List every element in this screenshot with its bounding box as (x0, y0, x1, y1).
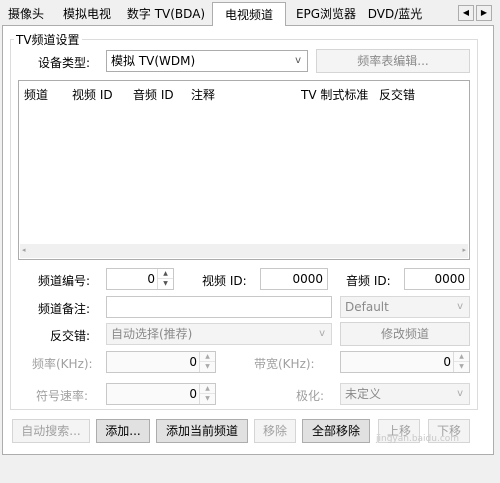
tv-standard-select[interactable]: Default v (340, 296, 470, 318)
stepper-up-icon[interactable]: ▲ (200, 384, 215, 394)
column-header-audio-id[interactable]: 音频 ID (133, 86, 174, 103)
frequency-stepper[interactable]: 0 ▲ ▼ (106, 351, 216, 373)
tab-digital-tv[interactable]: 数字 TV(BDA) (124, 4, 208, 24)
stepper-down-icon[interactable]: ▼ (200, 394, 215, 404)
tab-epg-browser[interactable]: EPG浏览器 (290, 4, 362, 24)
stepper-up-icon[interactable]: ▲ (454, 352, 469, 362)
watermark: jingyan.baidu.com (376, 434, 460, 444)
horizontal-scrollbar[interactable]: ◂ ▸ (20, 244, 468, 258)
modify-channel-button[interactable]: 修改频道 (340, 322, 470, 346)
chevron-down-icon: v (319, 328, 325, 339)
stepper-buttons: ▲ ▼ (453, 352, 469, 372)
deinterlace-select[interactable]: 自动选择(推荐) v (106, 323, 332, 345)
tab-analog-tv[interactable]: 模拟电视 (56, 4, 118, 24)
stepper-down-icon[interactable]: ▼ (158, 279, 173, 289)
device-type-label: 设备类型: (38, 56, 91, 70)
column-header-deinterlace[interactable]: 反交错 (379, 86, 415, 103)
tab-bar: 摄像头 模拟电视 数字 TV(BDA) 电视频道 EPG浏览器 DVD/蓝光 ◀… (0, 0, 500, 26)
chevron-down-icon: v (295, 55, 301, 66)
video-id-input[interactable]: 0000 (260, 268, 328, 290)
scroll-left-icon: ◂ (22, 246, 26, 254)
tab-dvd-bluray[interactable]: DVD/蓝光 (364, 4, 426, 24)
tv-standard-value: Default (345, 300, 389, 314)
column-header-video-id[interactable]: 视频 ID (72, 86, 113, 103)
video-id-label: 视频 ID: (202, 274, 247, 288)
column-header-channel[interactable]: 频道 (24, 86, 48, 103)
remove-button[interactable]: 移除 (254, 419, 296, 443)
channel-note-label: 频道备注: (38, 302, 91, 316)
stepper-up-icon[interactable]: ▲ (158, 269, 173, 279)
stepper-down-icon[interactable]: ▼ (454, 362, 469, 372)
stepper-buttons: ▲ ▼ (199, 352, 215, 372)
chevron-down-icon: v (457, 301, 463, 312)
add-button[interactable]: 添加... (96, 419, 150, 443)
frequency-table-edit-button[interactable]: 频率表编辑... (316, 49, 470, 73)
add-current-channel-button[interactable]: 添加当前频道 (156, 419, 248, 443)
tab-scroll-left-button[interactable]: ◀ (458, 5, 474, 21)
group-title: TV频道设置 (14, 31, 82, 48)
stepper-down-icon[interactable]: ▼ (200, 362, 215, 372)
bandwidth-value: 0 (443, 355, 451, 369)
channel-list[interactable]: 频道 视频 ID 音频 ID 注释 TV 制式标准 反交错 ◂ ▸ (18, 80, 470, 260)
scroll-right-icon: ▸ (462, 246, 466, 254)
arrow-right-icon: ▶ (480, 8, 488, 17)
tab-camera[interactable]: 摄像头 (4, 4, 48, 24)
bandwidth-stepper[interactable]: 0 ▲ ▼ (340, 351, 470, 373)
column-header-tv-standard[interactable]: TV 制式标准 (301, 86, 368, 103)
audio-id-input[interactable]: 0000 (404, 268, 470, 290)
deinterlace-label: 反交错: (50, 329, 91, 343)
symbol-rate-label: 符号速率: (36, 389, 89, 403)
bandwidth-label: 带宽(KHz): (254, 357, 315, 371)
audio-id-label: 音频 ID: (346, 274, 391, 288)
channel-number-value: 0 (147, 272, 155, 286)
stepper-buttons: ▲ ▼ (157, 269, 173, 289)
frequency-label: 频率(KHz): (32, 357, 93, 371)
frequency-value: 0 (189, 355, 197, 369)
stepper-buttons: ▲ ▼ (199, 384, 215, 404)
symbol-rate-value: 0 (189, 387, 197, 401)
channel-number-label: 频道编号: (38, 274, 91, 288)
column-header-note[interactable]: 注释 (191, 86, 215, 103)
polarity-select[interactable]: 未定义 v (340, 383, 470, 405)
tab-scroll-right-button[interactable]: ▶ (476, 5, 492, 21)
polarity-value: 未定义 (345, 387, 382, 401)
channel-number-stepper[interactable]: 0 ▲ ▼ (106, 268, 174, 290)
device-type-select[interactable]: 模拟 TV(WDM) v (106, 50, 308, 72)
arrow-left-icon: ◀ (462, 8, 470, 17)
channel-note-input[interactable] (106, 296, 332, 318)
auto-search-button[interactable]: 自动搜索... (12, 419, 90, 443)
polarity-label: 极化: (296, 389, 325, 403)
deinterlace-value: 自动选择(推荐) (111, 327, 193, 341)
remove-all-button[interactable]: 全部移除 (302, 419, 370, 443)
chevron-down-icon: v (457, 388, 463, 399)
device-type-value: 模拟 TV(WDM) (111, 54, 196, 68)
symbol-rate-stepper[interactable]: 0 ▲ ▼ (106, 383, 216, 405)
stepper-up-icon[interactable]: ▲ (200, 352, 215, 362)
tab-tv-channels[interactable]: 电视频道 (212, 2, 286, 26)
